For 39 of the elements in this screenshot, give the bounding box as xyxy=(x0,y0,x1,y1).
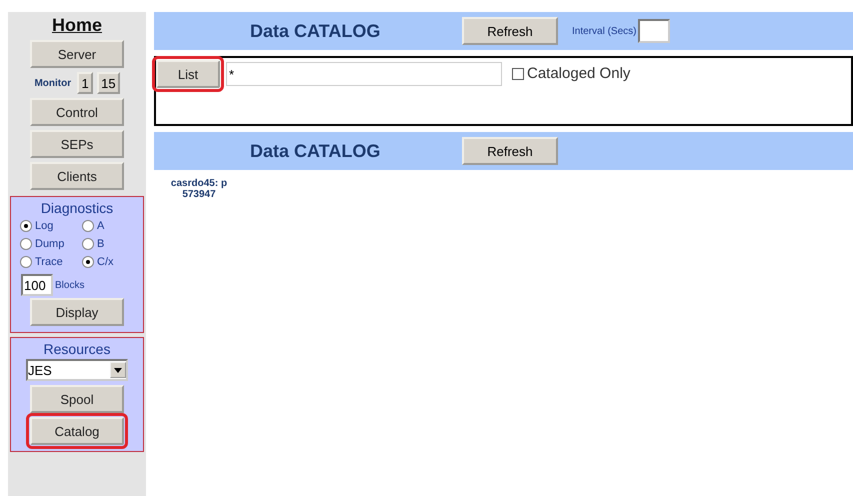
nav-button[interactable]: Clients xyxy=(30,162,124,190)
radio-icon[interactable] xyxy=(20,238,32,250)
monitor-button[interactable]: 1 xyxy=(77,72,94,94)
cataloged-only-checkbox[interactable]: Cataloged Only xyxy=(512,65,630,82)
blocks-field[interactable]: 100 xyxy=(21,274,53,296)
radio-icon[interactable] xyxy=(20,256,32,268)
section-title: Data CATALOG xyxy=(250,140,382,162)
radio-option[interactable]: Dump xyxy=(20,238,82,250)
radio-icon[interactable] xyxy=(82,220,94,232)
nav-button[interactable]: SEPs xyxy=(30,130,124,158)
panel-title: Diagnostics xyxy=(40,200,114,216)
monitor-button[interactable]: 15 xyxy=(97,72,120,94)
blocks-label: Blocks xyxy=(55,280,84,290)
radio-option[interactable]: A xyxy=(82,220,134,232)
interval-label: Interval (Secs) xyxy=(572,26,636,36)
display-button[interactable]: Display xyxy=(30,298,124,326)
result-number: 573947 xyxy=(182,189,216,200)
monitor-label: Monitor xyxy=(34,78,72,88)
radio-option[interactable]: Trace xyxy=(20,256,82,268)
checkbox-icon[interactable] xyxy=(512,68,524,80)
refresh-button[interactable]: Refresh xyxy=(462,137,558,165)
server-button[interactable]: Server xyxy=(30,40,124,68)
interval-field[interactable] xyxy=(638,19,670,43)
resource-button[interactable]: Spool xyxy=(30,385,124,413)
radio-icon[interactable] xyxy=(82,256,94,268)
filter-field[interactable]: * xyxy=(226,62,502,86)
panel-title: Resources xyxy=(44,341,110,357)
radio-option[interactable]: C/x xyxy=(82,256,134,268)
radio-option[interactable]: B xyxy=(82,238,134,250)
resource-select[interactable]: JES xyxy=(26,359,128,381)
section-title: Data CATALOG xyxy=(250,20,382,42)
result-name: casrdo45: p xyxy=(170,178,228,189)
home-link[interactable]: Home xyxy=(52,15,102,36)
dropdown-arrow-icon xyxy=(114,368,122,372)
radio-icon[interactable] xyxy=(20,220,32,232)
radio-icon[interactable] xyxy=(82,238,94,250)
refresh-button[interactable]: Refresh xyxy=(462,17,558,45)
radio-option[interactable]: Log xyxy=(20,220,82,232)
nav-button[interactable]: Control xyxy=(30,98,124,126)
